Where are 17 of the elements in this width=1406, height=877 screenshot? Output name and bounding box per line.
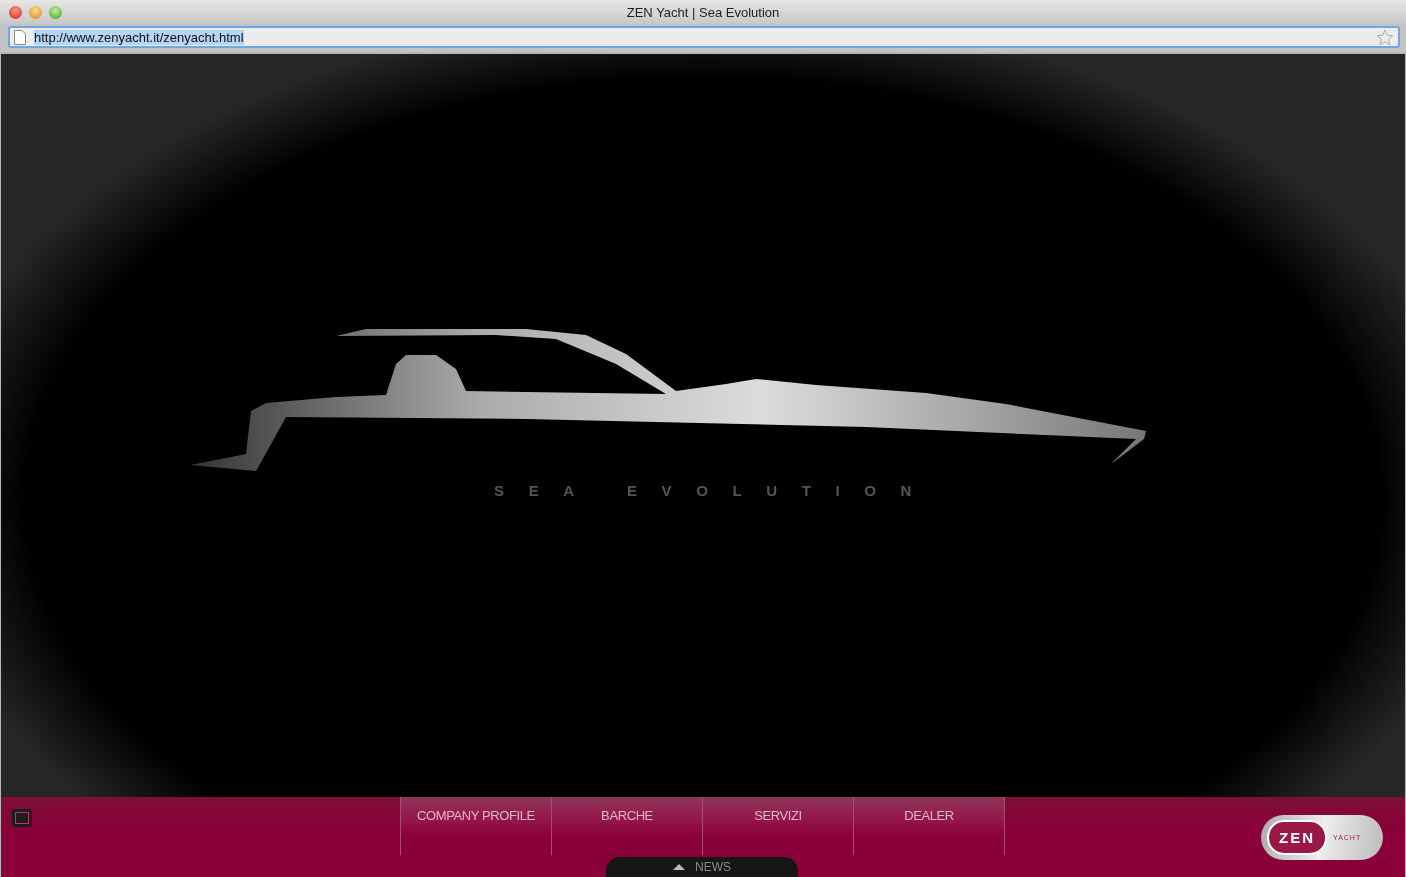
nav-link[interactable]: DEALER — [854, 797, 1005, 855]
zoom-button[interactable] — [49, 5, 62, 19]
news-tab[interactable]: NEWS — [606, 857, 798, 877]
page-icon — [14, 29, 26, 45]
nav-link[interactable]: SERVIZI — [703, 797, 854, 855]
window-title: ZEN Yacht | Sea Evolution — [626, 4, 780, 20]
nav-link[interactable]: BARCHE — [552, 797, 703, 855]
nav-link[interactable]: COMPANY PROFILE — [401, 797, 552, 855]
minimize-button[interactable] — [29, 5, 42, 19]
bookmark-star-icon[interactable] — [1376, 28, 1394, 46]
close-button[interactable] — [9, 5, 22, 19]
tagline: SEA EVOLUTION — [494, 482, 936, 499]
logo-brand: ZEN — [1267, 820, 1327, 855]
address-field[interactable]: http://www.zenyacht.it/zenyacht.html — [8, 26, 1400, 48]
fullscreen-icon[interactable] — [12, 809, 32, 827]
caret-icon — [673, 864, 685, 870]
url-text: http://www.zenyacht.it/zenyacht.html — [34, 29, 244, 45]
